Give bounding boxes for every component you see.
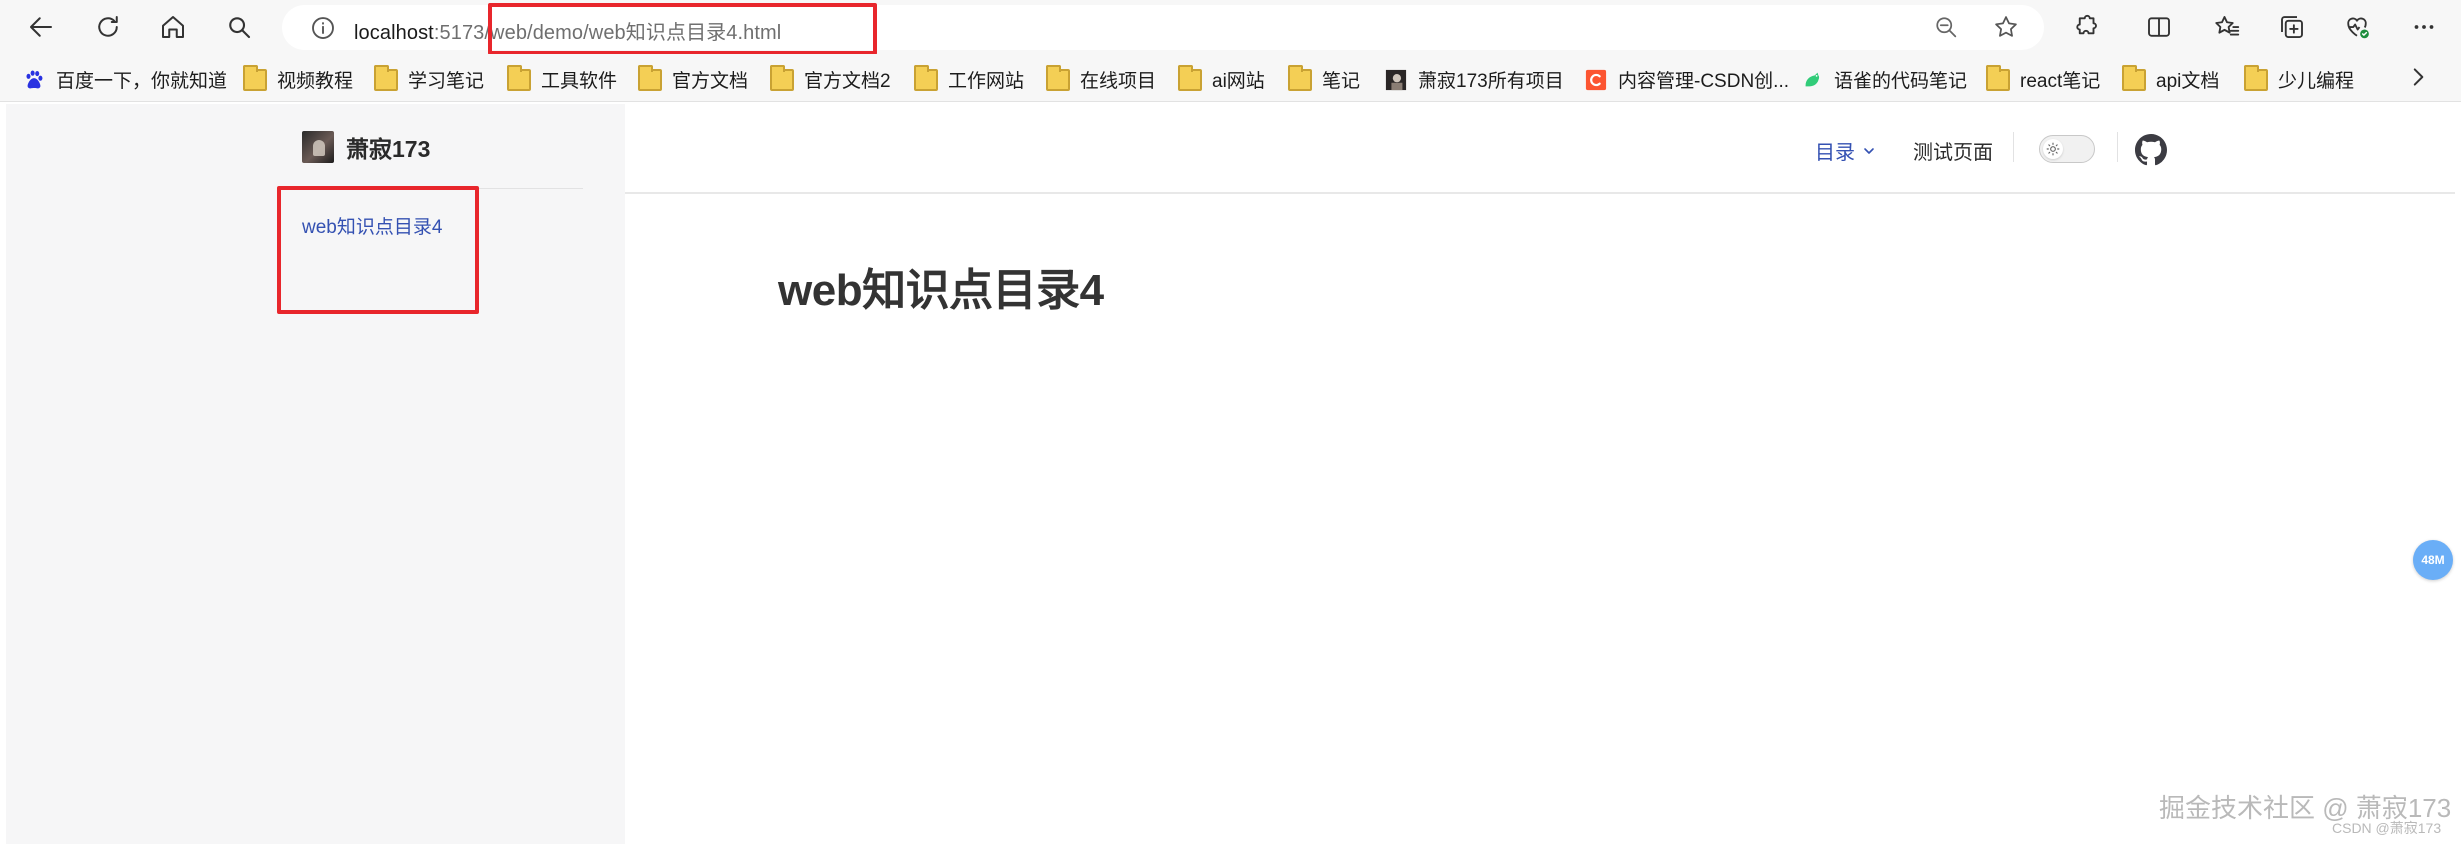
folder-icon	[1986, 64, 2010, 91]
bookmark-item[interactable]: ai网站	[1178, 64, 1265, 93]
bookmark-item[interactable]: 萧寂173所有项目	[1384, 66, 1564, 93]
folder-icon	[1178, 64, 1202, 91]
bookmark-item[interactable]: 百度一下，你就知道	[22, 66, 227, 93]
nav-divider	[2117, 132, 2118, 162]
site-brand[interactable]: 萧寂173	[302, 130, 430, 164]
bookmark-item[interactable]: 少儿编程	[2244, 64, 2355, 93]
bookmark-label: 笔记	[1322, 71, 1361, 92]
sidebar-highlight-box	[277, 186, 479, 314]
url-host: localhost	[354, 22, 434, 44]
favorites-icon[interactable]	[2206, 6, 2248, 48]
avatar	[302, 131, 334, 163]
back-icon[interactable]	[20, 6, 62, 48]
bookmark-label: 百度一下，你就知道	[56, 71, 228, 92]
site-name: 萧寂173	[346, 136, 431, 162]
browser-essentials-icon[interactable]	[2336, 6, 2378, 48]
avatar-icon	[1385, 69, 1407, 90]
bookmark-label: api文档	[2156, 71, 2220, 92]
toggle-knob	[2043, 139, 2063, 159]
bookmark-label: react笔记	[2020, 71, 2101, 92]
bookmark-item[interactable]: 语雀的代码笔记	[1800, 66, 1967, 93]
chevron-right-icon[interactable]	[2405, 64, 2431, 90]
bookmark-item[interactable]: 学习笔记	[374, 64, 485, 93]
bookmark-item[interactable]: api文档	[2122, 64, 2220, 93]
sun-icon	[2046, 142, 2060, 156]
nav-menu-label: 目录	[1815, 142, 1855, 164]
bookmark-item[interactable]: 在线项目	[1046, 64, 1157, 93]
page-title: web知识点目录4	[778, 266, 1104, 315]
folder-icon	[1046, 64, 1070, 91]
bookmark-label: 官方文档	[672, 71, 749, 92]
web-page: 萧寂173 web知识点目录4 目录 测试页面 web知识点目录4	[6, 104, 2455, 844]
bookmark-label: 少儿编程	[2278, 71, 2355, 92]
star-icon[interactable]	[1992, 13, 2020, 41]
bookmark-item[interactable]: react笔记	[1986, 64, 2101, 93]
nav-link-test-page[interactable]: 测试页面	[1913, 136, 1993, 165]
search-icon[interactable]	[218, 6, 260, 48]
refresh-icon[interactable]	[87, 6, 129, 48]
folder-icon	[374, 64, 398, 91]
url-highlight-box	[488, 3, 877, 55]
bookmark-label: 萧寂173所有项目	[1418, 71, 1564, 92]
folder-icon	[1288, 64, 1312, 91]
bookmark-item[interactable]: 官方文档2	[770, 64, 891, 93]
watermark-sub: CSDN @萧寂173	[2332, 820, 2442, 836]
bookmark-label: 学习笔记	[408, 71, 485, 92]
folder-icon	[243, 64, 267, 91]
theme-toggle[interactable]	[2039, 135, 2095, 163]
more-icon[interactable]	[2403, 6, 2445, 48]
bookmark-item[interactable]: 视频教程	[243, 64, 354, 93]
bookmark-label: 工作网站	[948, 71, 1025, 92]
folder-icon	[638, 64, 662, 91]
sidebar: 萧寂173 web知识点目录4	[6, 104, 625, 844]
bookmark-label: 视频教程	[277, 71, 354, 92]
bookmark-label: 官方文档2	[804, 71, 891, 92]
github-icon[interactable]	[2135, 134, 2167, 166]
zoom-out-icon[interactable]	[1932, 13, 1960, 41]
collections-icon[interactable]	[2271, 6, 2313, 48]
nav-divider	[2013, 132, 2014, 162]
bookmark-label: 在线项目	[1080, 71, 1157, 92]
browser-toolbar: localhost:5173/web/demo/web知识点目录4.html	[0, 0, 2461, 55]
bookmark-label: 工具软件	[541, 71, 618, 92]
bookmark-item[interactable]: 工作网站	[914, 64, 1025, 93]
folder-icon	[2244, 64, 2268, 91]
baidu-icon	[26, 70, 43, 88]
folder-icon	[2122, 64, 2146, 91]
bookmark-label: ai网站	[1212, 71, 1265, 92]
bookmark-label: 内容管理-CSDN创...	[1618, 71, 1790, 92]
nav-menu-dropdown[interactable]: 目录	[1815, 136, 1877, 165]
extensions-icon[interactable]	[2065, 6, 2107, 48]
bookmark-item[interactable]: 内容管理-CSDN创...	[1584, 66, 1789, 93]
bookmark-item[interactable]: 工具软件	[507, 64, 618, 93]
folder-icon	[770, 64, 794, 91]
csdn-icon	[1585, 69, 1607, 90]
bookmark-item[interactable]: 官方文档	[638, 64, 749, 93]
chevron-down-icon	[1864, 147, 1874, 154]
folder-icon	[507, 64, 531, 91]
bookmark-label: 语雀的代码笔记	[1834, 71, 1968, 92]
bookmark-item[interactable]: 笔记	[1288, 64, 1361, 93]
top-nav: 目录 测试页面	[625, 104, 2455, 194]
folder-icon	[914, 64, 938, 91]
yuque-icon	[1805, 72, 1820, 86]
info-icon[interactable]	[308, 13, 338, 43]
split-screen-icon[interactable]	[2138, 6, 2180, 48]
memory-badge[interactable]: 48M	[2413, 540, 2453, 580]
home-icon[interactable]	[152, 6, 194, 48]
bookmarks-bar: 百度一下，你就知道 视频教程 学习笔记 工具软件 官方文档 官方文档2 工作网站…	[0, 54, 2461, 102]
